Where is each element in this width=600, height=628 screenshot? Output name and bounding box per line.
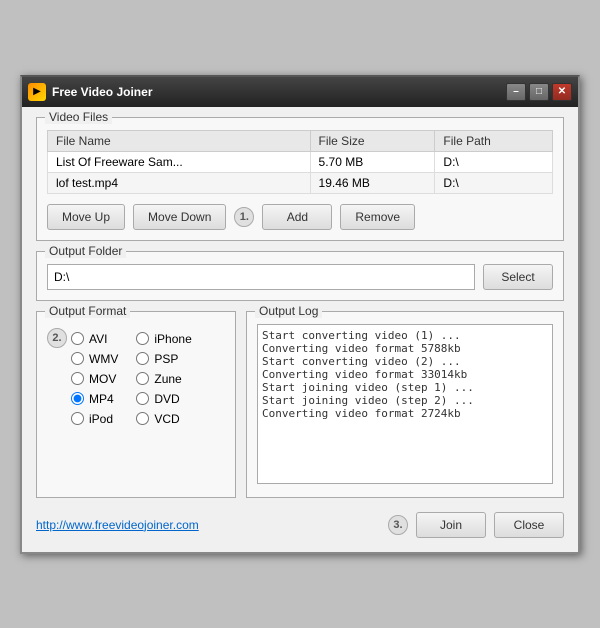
radio-ipod-input[interactable] xyxy=(71,412,84,425)
radio-iphone-label: iPhone xyxy=(154,332,191,346)
website-link[interactable]: http://www.freevideojoiner.com xyxy=(36,518,199,532)
format-options: AVI iPhone WMV PSP xyxy=(71,332,192,426)
video-files-label: Video Files xyxy=(45,110,112,124)
radio-zune-label: Zune xyxy=(154,372,181,386)
output-log-label: Output Log xyxy=(255,304,322,318)
file-table: File Name File Size File Path List Of Fr… xyxy=(47,130,553,194)
output-log-textarea[interactable]: Start converting video (1) ... Convertin… xyxy=(257,324,553,484)
radio-zune[interactable]: Zune xyxy=(136,372,191,386)
radio-mp4[interactable]: MP4 xyxy=(71,392,126,406)
select-button[interactable]: Select xyxy=(483,264,553,290)
main-window: ▶ Free Video Joiner – □ ✕ Video Files Fi… xyxy=(20,75,580,554)
radio-vcd[interactable]: VCD xyxy=(136,412,191,426)
window-body: Video Files File Name File Size File Pat… xyxy=(22,107,578,552)
radio-iphone-input[interactable] xyxy=(136,332,149,345)
close-button[interactable]: Close xyxy=(494,512,564,538)
radio-mp4-label: MP4 xyxy=(89,392,114,406)
radio-avi-label: AVI xyxy=(89,332,107,346)
radio-wmv[interactable]: WMV xyxy=(71,352,126,366)
close-window-button[interactable]: ✕ xyxy=(552,83,572,101)
table-row[interactable]: List Of Freeware Sam... 5.70 MB D:\ xyxy=(48,151,553,172)
cell-size-1: 5.70 MB xyxy=(310,151,435,172)
radio-dvd[interactable]: DVD xyxy=(136,392,191,406)
col-filesize: File Size xyxy=(310,130,435,151)
radio-vcd-label: VCD xyxy=(154,412,179,426)
radio-avi[interactable]: AVI xyxy=(71,332,126,346)
window-title: Free Video Joiner xyxy=(52,85,152,99)
step-3-badge: 3. xyxy=(388,515,408,535)
bottom-section: Output Format 2. AVI iPhone xyxy=(36,311,564,498)
col-filename: File Name xyxy=(48,130,311,151)
cell-size-2: 19.46 MB xyxy=(310,172,435,193)
col-filepath: File Path xyxy=(435,130,553,151)
output-format-group: Output Format 2. AVI iPhone xyxy=(36,311,236,498)
radio-psp-label: PSP xyxy=(154,352,178,366)
step-2-badge: 2. xyxy=(47,328,67,348)
radio-dvd-label: DVD xyxy=(154,392,179,406)
cell-name-2: lof test.mp4 xyxy=(48,172,311,193)
footer: http://www.freevideojoiner.com 3. Join C… xyxy=(36,508,564,538)
output-format-label: Output Format xyxy=(45,304,130,318)
file-action-buttons: Move Up Move Down 1. Add Remove xyxy=(47,204,553,230)
radio-vcd-input[interactable] xyxy=(136,412,149,425)
output-log-group: Output Log Start converting video (1) ..… xyxy=(246,311,564,498)
join-button[interactable]: Join xyxy=(416,512,486,538)
radio-mov-input[interactable] xyxy=(71,372,84,385)
add-button[interactable]: Add xyxy=(262,204,332,230)
app-icon: ▶ xyxy=(28,83,46,101)
cell-path-1: D:\ xyxy=(435,151,553,172)
radio-psp-input[interactable] xyxy=(136,352,149,365)
radio-ipod-label: iPod xyxy=(89,412,113,426)
radio-dvd-input[interactable] xyxy=(136,392,149,405)
radio-mov[interactable]: MOV xyxy=(71,372,126,386)
footer-buttons: 3. Join Close xyxy=(388,512,564,538)
remove-button[interactable]: Remove xyxy=(340,204,415,230)
radio-avi-input[interactable] xyxy=(71,332,84,345)
output-folder-row: Select xyxy=(47,264,553,290)
radio-iphone[interactable]: iPhone xyxy=(136,332,191,346)
output-folder-label: Output Folder xyxy=(45,244,126,258)
step-1-badge: 1. xyxy=(234,207,254,227)
radio-ipod[interactable]: iPod xyxy=(71,412,126,426)
output-folder-group: Output Folder Select xyxy=(36,251,564,301)
maximize-button[interactable]: □ xyxy=(529,83,549,101)
radio-mov-label: MOV xyxy=(89,372,116,386)
move-down-button[interactable]: Move Down xyxy=(133,204,226,230)
video-files-group: Video Files File Name File Size File Pat… xyxy=(36,117,564,241)
window-controls: – □ ✕ xyxy=(506,83,572,101)
table-row[interactable]: lof test.mp4 19.46 MB D:\ xyxy=(48,172,553,193)
radio-wmv-input[interactable] xyxy=(71,352,84,365)
move-up-button[interactable]: Move Up xyxy=(47,204,125,230)
title-bar-left: ▶ Free Video Joiner xyxy=(28,83,152,101)
radio-zune-input[interactable] xyxy=(136,372,149,385)
cell-path-2: D:\ xyxy=(435,172,553,193)
radio-wmv-label: WMV xyxy=(89,352,118,366)
title-bar: ▶ Free Video Joiner – □ ✕ xyxy=(22,77,578,107)
minimize-button[interactable]: – xyxy=(506,83,526,101)
cell-name-1: List Of Freeware Sam... xyxy=(48,151,311,172)
radio-psp[interactable]: PSP xyxy=(136,352,191,366)
folder-path-input[interactable] xyxy=(47,264,475,290)
radio-mp4-input[interactable] xyxy=(71,392,84,405)
